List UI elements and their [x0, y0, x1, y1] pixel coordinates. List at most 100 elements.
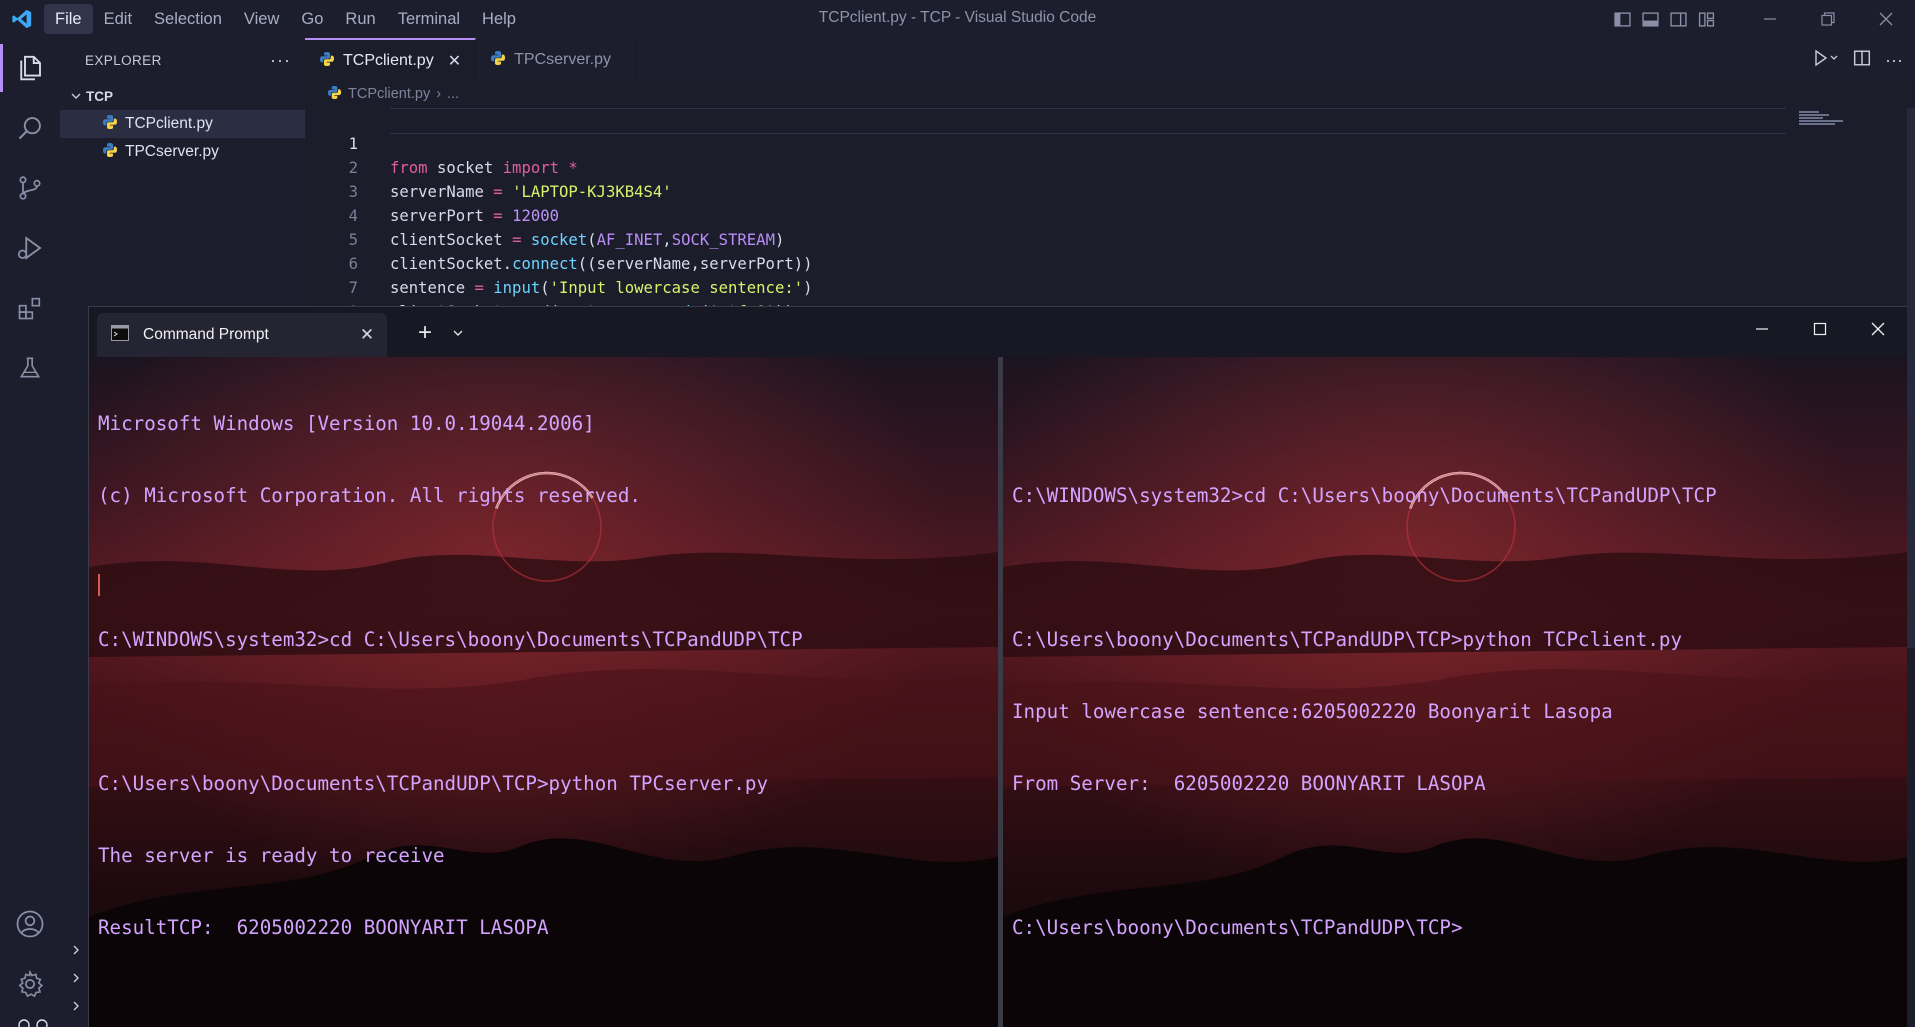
run-debug-icon[interactable] — [0, 218, 60, 278]
file-label: TPCserver.py — [125, 143, 219, 160]
python-file-icon — [102, 114, 118, 135]
menu-run[interactable]: Run — [334, 4, 386, 34]
terminal-window-controls — [1733, 307, 1907, 357]
terminal-line: The server is ready to receive — [98, 844, 445, 867]
code-editor[interactable]: 1 from socket import * 2 serverName = 'L… — [305, 108, 1915, 345]
server-output: Microsoft Windows [Version 10.0.19044.20… — [98, 364, 803, 988]
terminal-pane-server[interactable]: Microsoft Windows [Version 10.0.19044.20… — [89, 357, 998, 1027]
terminal-pane-client[interactable]: C:\WINDOWS\system32>cd C:\Users\boony\Do… — [1003, 357, 1907, 1027]
python-file-icon — [319, 51, 335, 72]
terminal-line: (c) Microsoft Corporation. All rights re… — [98, 484, 641, 507]
file-label: TCPclient.py — [125, 115, 213, 132]
manage-gear-icon[interactable] — [0, 954, 60, 1014]
terminal-line: From Server: 6205002220 BOONYARIT LASOPA — [1012, 772, 1486, 795]
breadcrumb-rest[interactable]: ... — [447, 86, 459, 102]
menu-terminal[interactable]: Terminal — [387, 4, 471, 34]
extensions-icon[interactable] — [0, 278, 60, 338]
chevron-right-icon — [66, 972, 86, 984]
explorer-title: EXPLORER — [85, 52, 162, 68]
source-control-icon[interactable] — [0, 158, 60, 218]
breadcrumb-file[interactable]: TCPclient.py — [348, 86, 430, 102]
terminal-line: C:\WINDOWS\system32>cd C:\Users\boony\Do… — [1012, 484, 1717, 507]
code-line: 5 clientSocket.connect((serverName,serve… — [305, 204, 1915, 273]
toggle-panel-icon[interactable] — [1637, 0, 1663, 38]
folder-tcp[interactable]: TCP — [60, 82, 305, 110]
tab-label: TCPclient.py — [343, 52, 434, 69]
breadcrumb: TCPclient.py › ... — [305, 82, 1915, 106]
python-file-icon — [327, 85, 342, 104]
breadcrumb-chevron-icon: › — [436, 86, 442, 102]
terminal-tab-title: Command Prompt — [143, 326, 269, 343]
code-line: 7 clientSocket.send(sentence.encode('utf… — [305, 252, 1915, 321]
cmd-icon — [111, 324, 129, 346]
new-tab-icon[interactable]: + — [407, 315, 443, 351]
terminal-titlebar: Command Prompt ✕ + — [89, 307, 1907, 357]
code-line: 2 serverName = 'LAPTOP-KJ3KB4S4' — [305, 132, 1915, 201]
chevron-right-icon — [66, 944, 86, 956]
close-window-icon[interactable] — [1857, 0, 1915, 38]
minimap[interactable] — [1799, 110, 1855, 126]
menu-go[interactable]: Go — [290, 4, 334, 34]
chevron-down-icon[interactable] — [445, 315, 471, 351]
menu-help[interactable]: Help — [471, 4, 527, 34]
maximize-icon[interactable] — [1791, 307, 1849, 351]
folder-label: TCP — [86, 88, 113, 104]
command-prompt-window: Command Prompt ✕ + Microsoft Windows [Ve… — [88, 306, 1907, 1027]
explorer-header: EXPLORER ··· — [60, 38, 305, 82]
title-controls — [1609, 0, 1915, 38]
tab-label: TPCserver.py — [514, 51, 612, 68]
run-file-icon[interactable] — [1813, 49, 1839, 72]
split-editor-icon[interactable] — [1853, 49, 1871, 72]
tab-tcpclient[interactable]: TCPclient.py ✕ — [305, 38, 477, 82]
accounts-icon[interactable] — [0, 894, 60, 954]
tab-tpcserver[interactable]: TPCserver.py — [476, 38, 637, 82]
code-line: 1 from socket import * — [305, 108, 1915, 177]
close-window-icon[interactable] — [1849, 307, 1907, 351]
close-tab-icon[interactable]: ✕ — [347, 325, 387, 345]
vscode-titlebar: File Edit Selection View Go Run Terminal… — [0, 0, 1915, 38]
restore-icon[interactable] — [1799, 0, 1857, 38]
close-tab-icon[interactable]: ✕ — [448, 51, 461, 71]
explorer-icon[interactable] — [0, 38, 60, 98]
client-output: C:\WINDOWS\system32>cd C:\Users\boony\Do… — [1012, 364, 1717, 988]
editor-scrollbar[interactable] — [1907, 108, 1915, 648]
more-actions-icon[interactable]: ··· — [1885, 50, 1903, 71]
editor-actions: ··· — [1813, 38, 1903, 82]
activity-bar — [0, 38, 60, 1027]
file-tpcserver[interactable]: TPCserver.py — [60, 138, 305, 166]
chevron-right-icon — [66, 1000, 86, 1012]
menu-bar: File Edit Selection View Go Run Terminal… — [44, 0, 527, 38]
more-actions-icon[interactable]: ··· — [270, 50, 291, 71]
menu-edit[interactable]: Edit — [93, 4, 143, 34]
testing-icon[interactable] — [0, 338, 60, 398]
terminal-line: Input lowercase sentence:6205002220 Boon… — [1012, 700, 1613, 723]
code-line: 8 modifiedSentence = clientSocket.recv(1… — [305, 276, 1915, 345]
menu-view[interactable]: View — [233, 4, 290, 34]
search-icon[interactable] — [0, 98, 60, 158]
terminal-line: C:\Users\boony\Documents\TCPandUDP\TCP>p… — [98, 772, 769, 795]
minimize-icon[interactable] — [1741, 0, 1799, 38]
terminal-line: Microsoft Windows [Version 10.0.19044.20… — [98, 412, 595, 435]
terminal-line: ResultTCP: 6205002220 BOONYARIT LASOPA — [98, 916, 549, 939]
customize-layout-icon[interactable] — [1693, 0, 1719, 38]
toggle-secondary-sidebar-icon[interactable] — [1665, 0, 1691, 38]
python-file-icon — [490, 50, 506, 71]
vscode-logo-icon — [0, 0, 44, 38]
toggle-primary-sidebar-icon[interactable] — [1609, 0, 1635, 38]
tab-command-prompt[interactable]: Command Prompt ✕ — [97, 313, 387, 357]
terminal-line: C:\Users\boony\Documents\TCPandUDP\TCP> — [1012, 916, 1463, 939]
file-tcpclient[interactable]: TCPclient.py — [60, 110, 305, 138]
terminal-line: C:\WINDOWS\system32>cd C:\Users\boony\Do… — [98, 628, 803, 651]
terminal-line: C:\Users\boony\Documents\TCPandUDP\TCP>p… — [1012, 628, 1683, 651]
chevron-down-icon — [66, 90, 86, 102]
minimize-icon[interactable] — [1733, 307, 1791, 351]
status-problems-icon[interactable] — [18, 1016, 48, 1027]
editor-tabs: TCPclient.py ✕ TPCserver.py ··· — [305, 38, 1915, 82]
menu-selection[interactable]: Selection — [143, 4, 233, 34]
menu-file[interactable]: File — [44, 4, 93, 34]
